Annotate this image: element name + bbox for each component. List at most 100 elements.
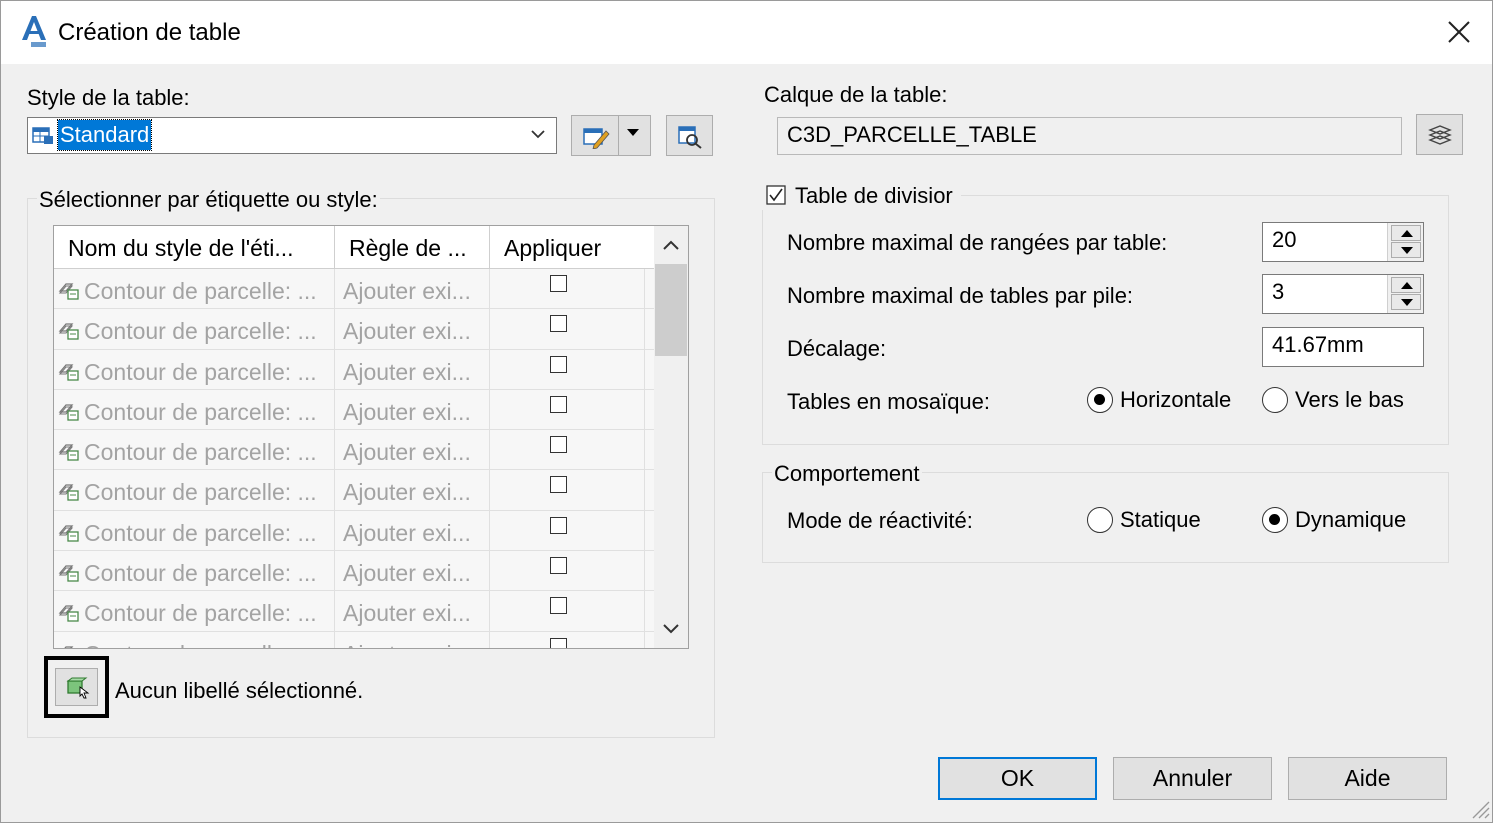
table-row[interactable]: Contour de parcelle: ... Ajouter exi... (54, 551, 654, 592)
parcel-label-icon (58, 444, 79, 461)
table-style-dropdown[interactable]: Standard (27, 117, 557, 154)
tile-tables-label: Tables en mosaïque: (787, 389, 991, 414)
static-radio[interactable] (1087, 507, 1113, 533)
tile-horizontal-label[interactable]: Horizontale (1120, 387, 1231, 413)
grid-rows: Contour de parcelle: ... Ajouter exi... Co… (54, 269, 654, 648)
dynamic-radio[interactable] (1262, 507, 1288, 533)
max-rows-decrement[interactable] (1391, 242, 1421, 258)
apply-checkbox[interactable] (550, 597, 567, 615)
apply-checkbox[interactable] (550, 395, 567, 413)
cell-rule[interactable]: Ajouter exi... (335, 269, 490, 309)
cancel-button[interactable]: Annuler (1113, 757, 1272, 800)
table-row[interactable]: Contour de parcelle: ... Ajouter exi... (54, 269, 654, 310)
max-tables-increment[interactable] (1391, 277, 1421, 293)
dynamic-label[interactable]: Dynamique (1295, 507, 1406, 533)
scrollbar-thumb[interactable] (655, 264, 687, 356)
table-row[interactable]: Contour de parcelle: ... Ajouter exi... (54, 430, 654, 471)
column-header-apply[interactable]: Appliquer (490, 226, 654, 269)
grid-scrollbar[interactable] (654, 226, 688, 648)
radio-selected-dot (1269, 514, 1280, 525)
table-row[interactable]: Contour de parcelle: ... Ajouter exi... (54, 470, 654, 511)
edit-table-style-button[interactable] (571, 115, 651, 156)
cell-apply (490, 591, 645, 632)
table-row[interactable]: Contour de parcelle: ... Ajouter exi... (54, 309, 654, 350)
dropdown-arrow-icon (627, 129, 639, 136)
cell-apply (490, 551, 645, 592)
chevron-down-icon (531, 130, 545, 139)
cell-apply (490, 430, 645, 471)
offset-label: Décalage: (787, 336, 887, 361)
cell-rule[interactable]: Ajouter exi... (335, 510, 490, 551)
apply-checkbox[interactable] (550, 436, 567, 454)
offset-field[interactable]: 41.67mm (1262, 327, 1424, 367)
table-style-value: Standard (56, 119, 153, 151)
style-name-text: Contour de parcelle: ... (84, 560, 317, 587)
max-rows-increment[interactable] (1391, 225, 1421, 241)
cell-style-name: Contour de parcelle: ... (54, 309, 335, 350)
max-tables-value: 3 (1272, 279, 1285, 304)
autocad-logo-icon (22, 16, 46, 47)
cell-style-name: Contour de parcelle: ... (54, 510, 335, 551)
static-label[interactable]: Statique (1120, 507, 1201, 533)
style-name-text: Contour de parcelle: ... (84, 479, 317, 506)
pick-label-button[interactable] (55, 668, 98, 706)
column-header-style-name[interactable]: Nom du style de l'éti... (54, 226, 335, 269)
behavior-group-label: Comportement (772, 461, 922, 487)
cell-rule[interactable]: Ajouter exi... (335, 551, 490, 592)
resize-grip-icon[interactable] (1469, 798, 1491, 820)
column-header-rule[interactable]: Règle de ... (335, 226, 490, 269)
edit-style-icon (583, 128, 610, 149)
cell-rule[interactable]: Ajouter exi... (335, 309, 490, 350)
max-tables-decrement[interactable] (1391, 294, 1421, 310)
layer-label: Calque de la table: (764, 82, 948, 107)
max-tables-label: Nombre maximal de tables par pile: (787, 283, 1134, 308)
select-layer-button[interactable] (1416, 114, 1463, 155)
apply-checkbox[interactable] (550, 637, 567, 648)
split-table-checkbox[interactable] (766, 185, 786, 205)
arrow-down-icon (1401, 299, 1413, 306)
apply-checkbox[interactable] (550, 355, 567, 373)
apply-checkbox[interactable] (550, 275, 567, 292)
cell-style-name: Contour de parcelle: ... (54, 349, 335, 390)
table-row[interactable]: Contour de parcelle: ... Ajouter exi... (54, 591, 654, 632)
split-table-label: Table de divisior (795, 183, 953, 208)
table-row[interactable]: Contour de parcelle: ... Ajouter exi... (54, 510, 654, 552)
scroll-up-icon[interactable] (662, 238, 680, 252)
arrow-down-icon (1401, 247, 1413, 254)
dialog-window: Création de table Style de la table: Sta… (0, 0, 1493, 823)
cell-rule[interactable]: Ajouter exi... (335, 631, 490, 648)
table-row[interactable]: Contour de parcelle: ... Ajouter exi... (54, 389, 654, 431)
reactivity-mode-label: Mode de réactivité: (787, 508, 973, 533)
title-bar: Création de table (1, 1, 1492, 64)
tile-horizontal-radio[interactable] (1087, 387, 1113, 413)
cell-rule[interactable]: Ajouter exi... (335, 591, 490, 632)
cell-rule[interactable]: Ajouter exi... (335, 470, 490, 511)
table-style-icon (32, 127, 53, 144)
parcel-label-icon (58, 404, 79, 421)
cell-apply (490, 349, 645, 390)
apply-checkbox[interactable] (550, 516, 567, 534)
apply-checkbox[interactable] (550, 476, 567, 494)
tile-down-label[interactable]: Vers le bas (1295, 387, 1404, 413)
layer-field[interactable]: C3D_PARCELLE_TABLE (777, 117, 1402, 155)
max-rows-spinner[interactable]: 20 (1262, 222, 1424, 262)
max-tables-spinner[interactable]: 3 (1262, 274, 1424, 314)
close-icon[interactable] (1442, 15, 1476, 49)
preview-table-style-button[interactable] (666, 115, 713, 156)
apply-checkbox[interactable] (550, 315, 567, 333)
style-name-text: Contour de parcelle: ... (84, 318, 317, 345)
apply-checkbox[interactable] (550, 557, 567, 575)
parcel-label-icon (58, 363, 79, 381)
help-button[interactable]: Aide (1288, 757, 1447, 800)
cell-rule[interactable]: Ajouter exi... (335, 430, 490, 471)
scroll-down-icon[interactable] (662, 622, 680, 636)
tile-down-radio[interactable] (1262, 387, 1288, 413)
table-row[interactable]: Contour de parcelle: ... Ajouter exi... (54, 349, 654, 390)
table-row[interactable]: Contour de parcelle: ... Ajouter exi... (54, 631, 654, 648)
cell-rule[interactable]: Ajouter exi... (335, 349, 490, 390)
ok-button[interactable]: OK (938, 757, 1097, 800)
cell-rule[interactable]: Ajouter exi... (335, 389, 490, 430)
cell-style-name: Contour de parcelle: ... (54, 551, 335, 592)
parcel-label-icon (58, 565, 79, 582)
table-style-label: Style de la table: (27, 85, 190, 110)
